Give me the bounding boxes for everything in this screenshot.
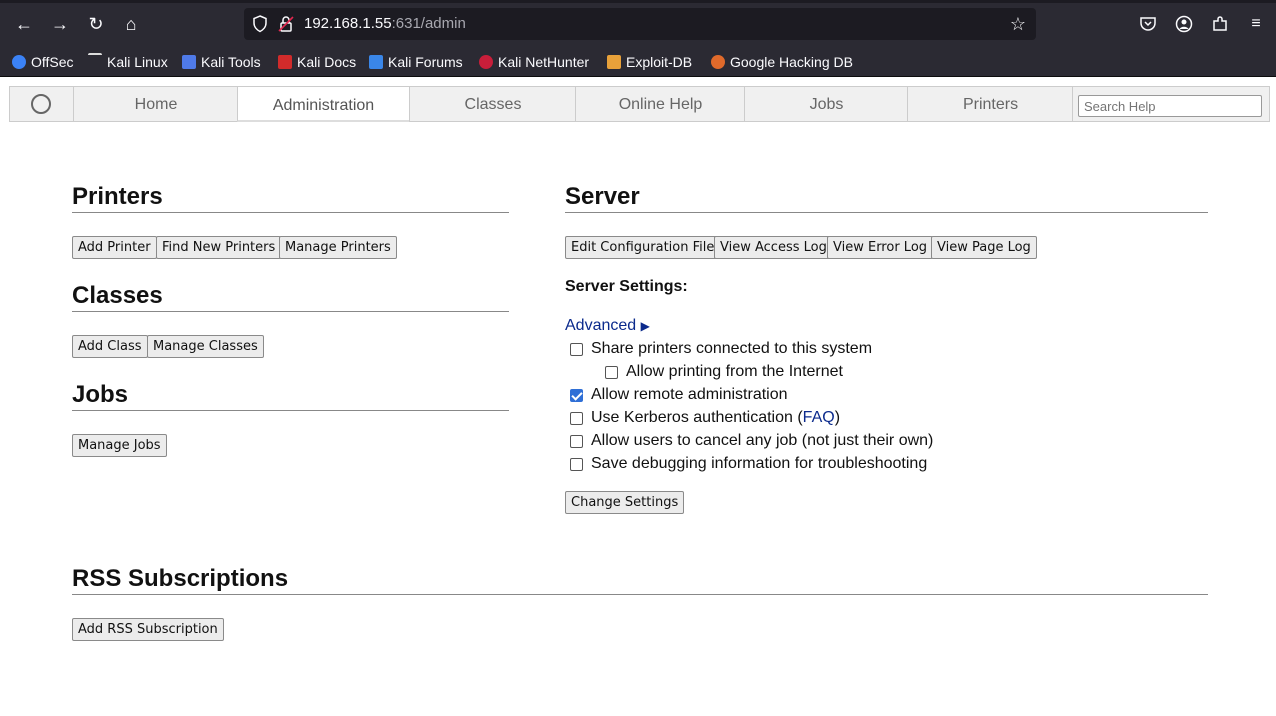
reload-icon[interactable]: ↻ (82, 10, 110, 38)
tab-strip-edge (0, 0, 1276, 3)
tab-jobs[interactable]: Jobs (744, 86, 908, 122)
bookmark-exploit-db[interactable]: Exploit-DB (607, 52, 692, 72)
kali-forums-icon (369, 55, 383, 69)
faq-link[interactable]: FAQ (803, 409, 835, 426)
kerberos-label-suffix: ) (834, 409, 841, 426)
add-class-button[interactable]: Add Class (72, 335, 148, 358)
printers-heading: Printers (72, 183, 163, 210)
allow-remote-admin-label: Allow remote administration (591, 386, 788, 403)
cancel-any-job-checkbox[interactable] (570, 435, 583, 448)
shield-icon[interactable] (252, 15, 268, 33)
bookmark-google-hacking-db[interactable]: Google Hacking DB (711, 52, 853, 72)
extensions-icon[interactable] (1208, 12, 1232, 36)
bookmark-kali-forums[interactable]: Kali Forums (369, 52, 463, 72)
account-icon[interactable] (1172, 12, 1196, 36)
manage-classes-button[interactable]: Manage Classes (147, 335, 264, 358)
browser-toolbar: ← → ↻ ⌂ 192.168.1.55:631/admin ☆ ≡ (0, 0, 1276, 48)
kerberos-label-text: Use Kerberos authentication ( (591, 409, 803, 426)
pocket-icon[interactable] (1136, 12, 1160, 36)
nethunter-icon (479, 55, 493, 69)
search-help-input[interactable] (1078, 95, 1262, 117)
kali-dragon-icon (88, 53, 102, 69)
address-bar[interactable]: 192.168.1.55:631/admin ☆ (244, 8, 1036, 40)
bookmark-label: Kali Forums (388, 54, 463, 70)
jobs-rule (72, 410, 509, 411)
kerberos-checkbox[interactable] (570, 412, 583, 425)
debug-logging-checkbox[interactable] (570, 458, 583, 471)
manage-jobs-button[interactable]: Manage Jobs (72, 434, 167, 457)
bookmark-star-icon[interactable]: ☆ (1008, 14, 1028, 34)
bookmark-label: Google Hacking DB (730, 54, 853, 70)
back-icon[interactable]: ← (10, 10, 38, 38)
cancel-any-job-label: Allow users to cancel any job (not just … (591, 432, 934, 449)
view-access-log-button[interactable]: View Access Log (714, 236, 833, 259)
share-printers-checkbox[interactable] (570, 343, 583, 356)
expand-arrow-icon: ▶ (640, 319, 650, 333)
menu-icon[interactable]: ≡ (1244, 12, 1268, 36)
tab-printers[interactable]: Printers (907, 86, 1073, 122)
exploit-db-icon (607, 55, 621, 69)
bookmark-kali-linux[interactable]: Kali Linux (88, 52, 168, 72)
manage-printers-button[interactable]: Manage Printers (279, 236, 397, 259)
tab-classes[interactable]: Classes (409, 86, 576, 122)
kali-tools-icon (182, 55, 196, 69)
url-text[interactable]: 192.168.1.55:631/admin (304, 8, 466, 40)
advanced-label: Advanced (565, 317, 637, 334)
bookmark-label: Exploit-DB (626, 54, 693, 70)
classes-rule (72, 311, 509, 312)
bookmark-kali-tools[interactable]: Kali Tools (182, 52, 261, 72)
server-rule (565, 212, 1208, 213)
bookmark-kali-nethunter[interactable]: Kali NetHunter (479, 52, 589, 72)
allow-internet-printing-checkbox[interactable] (605, 366, 618, 379)
ghdb-icon (711, 55, 725, 69)
add-rss-subscription-button[interactable]: Add RSS Subscription (72, 618, 224, 641)
debug-logging-label: Save debugging information for troublesh… (591, 455, 928, 472)
kerberos-label: Use Kerberos authentication (FAQ) (591, 409, 840, 427)
tab-home[interactable]: Home (73, 86, 238, 122)
advanced-link[interactable]: Advanced ▶ (565, 317, 650, 335)
server-settings-label: Server Settings: (565, 278, 688, 295)
edit-configuration-file-button[interactable]: Edit Configuration File (565, 236, 721, 259)
url-path: :631/admin (391, 15, 466, 32)
tab-divider (1072, 86, 1073, 122)
allow-internet-printing-label: Allow printing from the Internet (626, 363, 843, 380)
bookmark-kali-docs[interactable]: Kali Docs (278, 52, 356, 72)
view-page-log-button[interactable]: View Page Log (931, 236, 1037, 259)
tab-administration[interactable]: Administration (237, 86, 410, 122)
add-printer-button[interactable]: Add Printer (72, 236, 157, 259)
view-error-log-button[interactable]: View Error Log (827, 236, 934, 259)
classes-heading: Classes (72, 282, 163, 309)
change-settings-button[interactable]: Change Settings (565, 491, 685, 514)
find-new-printers-button[interactable]: Find New Printers (156, 236, 282, 259)
tab-online-help[interactable]: Online Help (575, 86, 745, 122)
bookmark-label: Kali Docs (297, 54, 357, 70)
rss-heading: RSS Subscriptions (72, 565, 289, 592)
offsec-icon (12, 55, 26, 69)
bookmark-label: OffSec (31, 54, 74, 70)
home-icon[interactable]: ⌂ (117, 10, 145, 38)
cups-logo-icon (31, 94, 51, 114)
bookmark-offsec[interactable]: OffSec (12, 52, 74, 72)
insecure-lock-icon[interactable] (278, 15, 294, 33)
allow-remote-admin-checkbox[interactable] (570, 389, 583, 402)
bookmark-label: Kali Linux (107, 54, 168, 70)
rss-rule (72, 594, 1208, 595)
bookmark-label: Kali Tools (201, 54, 261, 70)
share-printers-label: Share printers connected to this system (591, 340, 873, 357)
url-host: 192.168.1.55 (304, 15, 392, 32)
bookmark-label: Kali NetHunter (498, 54, 590, 70)
kali-docs-icon (278, 55, 292, 69)
server-heading: Server (565, 183, 640, 210)
forward-icon[interactable]: → (46, 10, 74, 38)
jobs-heading: Jobs (72, 381, 129, 408)
bookmarks-bar: OffSec Kali Linux Kali Tools Kali Docs K… (0, 48, 1276, 77)
cups-logo[interactable] (10, 87, 72, 121)
printers-rule (72, 212, 509, 213)
